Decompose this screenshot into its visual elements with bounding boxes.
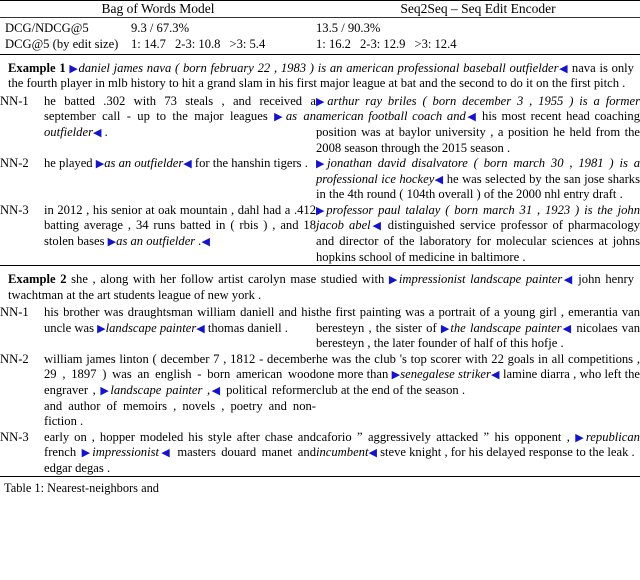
example-block-1: Example 1 ▶ daniel james nava ( born febr… — [0, 58, 640, 265]
nn-cell-seq2seq-2-3: caforio ” aggressively attacked ” his op… — [316, 429, 640, 460]
highlight-open-marker-icon: ▶ — [575, 431, 586, 444]
metric-value-bow-dcg-ndcg: 9.3 / 67.3% — [131, 20, 190, 35]
column-header-bag-of-words: Bag of Words Model — [101, 1, 215, 16]
highlight-close-marker-icon: ◀ — [370, 220, 383, 233]
highlight-close-marker-icon: ◀ — [196, 322, 205, 335]
highlight-close-marker-icon: ◀ — [434, 173, 444, 186]
nn-cell-seq2seq-1-3: ▶professor paul talalay ( born march 31 … — [316, 202, 640, 264]
highlight-close-marker-icon: ◀ — [210, 384, 222, 397]
metrics-block: DCG/NDCG@5 9.3 / 67.3% 13.5 / 90.3% DCG@… — [0, 18, 640, 54]
metric-label-dcg-ndcg: DCG/NDCG@5 — [5, 20, 89, 35]
nn-label-1-2: NN-2 — [0, 156, 29, 171]
nn-label-1-1: NN-1 — [0, 93, 29, 108]
column-header-seq2seq: Seq2Seq – Seq Edit Encoder — [400, 1, 556, 16]
table-row: NN-2 he played ▶as an outfielder◀ for th… — [0, 156, 640, 203]
highlight-close-marker-icon: ◀ — [562, 274, 574, 287]
metric-label-dcg-by-edit-size: DCG@5 (by edit size) — [5, 36, 119, 51]
table-row: NN-1 he batted .302 with 73 steals , and… — [0, 94, 640, 156]
example-1-rows: NN-1 he batted .302 with 73 steals , and… — [0, 94, 640, 265]
highlight-close-marker-icon: ◀ — [159, 447, 172, 460]
highlight-open-marker-icon: ▶ — [81, 447, 93, 460]
highlight-close-marker-icon: ◀ — [465, 111, 478, 124]
example-2-rows: NN-1 his brother was draughtsman william… — [0, 305, 640, 476]
highlight-open-marker-icon: ▶ — [391, 369, 401, 382]
nn-cell-seq2seq-2-1: the first painting was a portrait of a y… — [316, 305, 640, 351]
nn-cell-bow-1-2: he played ▶as an outfielder◀ for the han… — [44, 156, 308, 171]
table-row: NN-3 in 2012 , his senior at oak mountai… — [0, 203, 640, 265]
example-1-label: Example 1 — [8, 60, 66, 75]
metric-value-bow-by-edit-size: 1: 14.7 2-3: 10.8 >3: 5.4 — [131, 36, 266, 51]
example-1-lead: Example 1 ▶daniel james nava ( born febr… — [8, 60, 634, 91]
example-2-label: Example 2 — [8, 272, 67, 287]
highlight-close-marker-icon: ◀ — [368, 447, 377, 460]
nn-cell-seq2seq-1-1: ▶arthur ray briles ( born december 3 , 1… — [316, 93, 640, 155]
example-2-lead: Example 2 she , along with her follow ar… — [8, 272, 634, 302]
table-row: NN-3 early on , hopper modeled his style… — [0, 430, 640, 477]
nn-cell-bow-2-2: william james linton ( december 7 , 1812… — [44, 351, 316, 429]
table-figure: Bag of Words Model Seq2Seq – Seq Edit En… — [0, 0, 640, 580]
highlight-open-marker-icon: ▶ — [97, 322, 106, 335]
table-row: NN-2 william james linton ( december 7 ,… — [0, 352, 640, 430]
highlight-open-marker-icon: ▶ — [440, 322, 451, 335]
highlight-open-marker-icon: ▶ — [100, 384, 111, 397]
example-1-lead-highlight: daniel james nava ( born february 22 , 1… — [78, 60, 559, 75]
highlight-open-marker-icon: ▶ — [316, 204, 327, 217]
nn-cell-seq2seq-1-2: ▶jonathan david disalvatore ( born march… — [316, 156, 640, 202]
nn-cell-bow-2-1: his brother was draughtsman william dani… — [44, 305, 316, 335]
highlight-open-marker-icon: ▶ — [95, 158, 105, 171]
table-caption: Table 1: Nearest-neighbors and — [4, 481, 159, 496]
highlight-close-marker-icon: ◀ — [558, 62, 569, 75]
highlight-open-marker-icon: ▶ — [274, 111, 286, 124]
highlight-open-marker-icon: ▶ — [388, 274, 399, 287]
highlight-close-marker-icon: ◀ — [201, 235, 210, 248]
nn-label-2-2: NN-2 — [0, 351, 29, 366]
highlight-close-marker-icon: ◀ — [561, 322, 573, 335]
highlight-open-marker-icon: ▶ — [316, 158, 328, 171]
metric-value-seq2seq-dcg-ndcg: 13.5 / 90.3% — [316, 20, 381, 35]
nn-label-2-3: NN-3 — [0, 429, 29, 444]
metric-value-seq2seq-by-edit-size: 1: 16.2 2-3: 12.9 >3: 12.4 — [316, 36, 457, 51]
table-header: Bag of Words Model Seq2Seq – Seq Edit En… — [0, 1, 640, 17]
table-row: NN-1 his brother was draughtsman william… — [0, 305, 640, 352]
highlight-close-marker-icon: ◀ — [490, 369, 500, 382]
highlight-close-marker-icon: ◀ — [183, 158, 192, 171]
example-block-2: Example 2 she , along with her follow ar… — [0, 269, 640, 476]
nn-label-1-3: NN-3 — [0, 202, 29, 217]
nn-cell-seq2seq-2-2: he was the club 's top scorer with 22 go… — [316, 351, 640, 397]
metric-row-dcg-by-edit-size: DCG@5 (by edit size) 1: 14.7 2-3: 10.8 >3:… — [0, 36, 640, 52]
nn-label-2-1: NN-1 — [0, 305, 29, 320]
nn-cell-bow-2-3: early on , hopper modeled his style afte… — [44, 429, 316, 475]
example-2-lead-highlight: impressionist landscape painter — [398, 272, 563, 287]
metric-row-dcg-ndcg: DCG/NDCG@5 9.3 / 67.3% 13.5 / 90.3% — [0, 20, 640, 36]
nn-cell-bow-1-1: he batted .302 with 73 steals , and rece… — [44, 93, 316, 139]
highlight-open-marker-icon: ▶ — [316, 95, 328, 108]
highlight-open-marker-icon: ▶ — [107, 235, 117, 248]
nn-cell-bow-1-3: in 2012 , his senior at oak mountain , d… — [44, 202, 316, 248]
